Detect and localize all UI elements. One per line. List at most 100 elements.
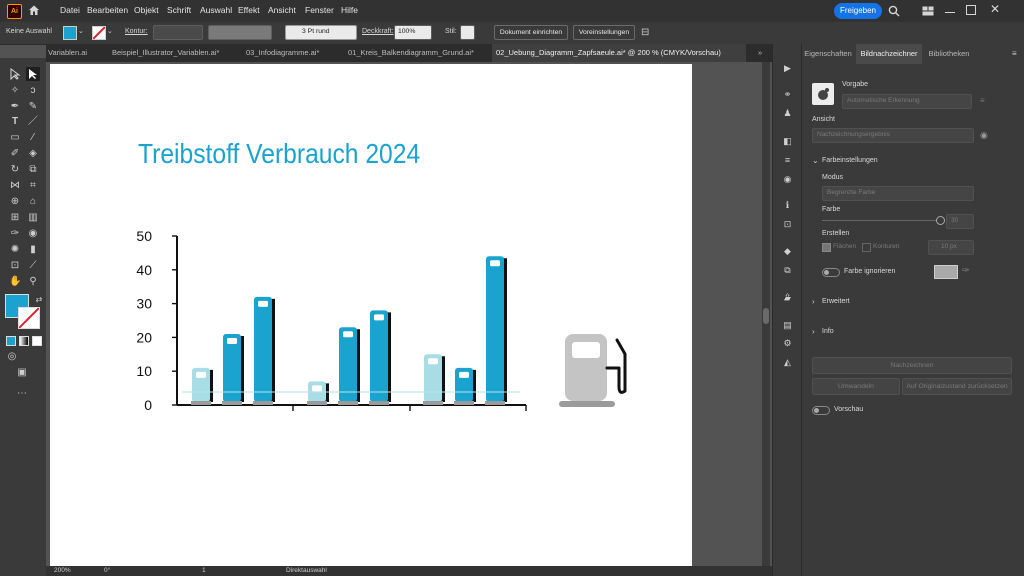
artboard-icon[interactable]: ⊡	[9, 260, 21, 272]
comments-icon[interactable]: ▰	[782, 293, 793, 303]
deckkraft-label[interactable]: Deckkraft:	[362, 28, 394, 35]
fill-swatch[interactable]	[63, 26, 77, 40]
bar-base[interactable]	[222, 401, 242, 405]
bar-window[interactable]	[428, 358, 438, 365]
slice-icon[interactable]: ⟋	[27, 260, 39, 272]
modus-select[interactable]: Begrenzte Farbe	[822, 186, 974, 201]
app-logo[interactable]: Ai	[7, 4, 22, 19]
gradient-icon[interactable]: ▥	[27, 212, 39, 224]
chevron-right-icon[interactable]: ›	[812, 297, 815, 306]
zoom-icon[interactable]: ⚲	[27, 276, 39, 288]
preferences-button[interactable]: Voreinstellungen	[573, 25, 635, 40]
type-icon[interactable]: T	[9, 116, 21, 128]
links-icon[interactable]: ⚭	[782, 89, 793, 99]
menu-auswahl[interactable]: Auswahl	[200, 5, 232, 15]
symbol-sprayer-icon[interactable]: ✺	[9, 244, 21, 256]
hand-icon[interactable]: ✋	[9, 276, 21, 288]
menu-effekt[interactable]: Effekt	[238, 5, 260, 15]
search-icon[interactable]	[888, 5, 900, 17]
curvature-icon[interactable]: ✎	[27, 101, 39, 113]
stroke-color-icon[interactable]	[18, 307, 40, 329]
fuel-chart[interactable]: 0 10 20 30 40 50	[50, 64, 692, 566]
layers-icon[interactable]: ◆	[782, 246, 793, 256]
farbe-value-field[interactable]: 30	[946, 214, 974, 229]
align-icon[interactable]: ⊟	[641, 27, 655, 39]
more-tools-icon[interactable]: ⋯	[16, 388, 28, 400]
restore-icon[interactable]	[966, 5, 976, 15]
share-button[interactable]: Freigeben	[834, 3, 882, 19]
stroke-swatch[interactable]	[92, 26, 106, 40]
bar-base[interactable]	[253, 401, 273, 405]
erweitert-heading[interactable]: Erweitert	[822, 298, 850, 305]
y-tick-label[interactable]: 10	[136, 363, 152, 379]
close-icon[interactable]: ✕	[990, 3, 1002, 15]
info-heading[interactable]: Info	[822, 328, 834, 335]
y-tick-label[interactable]: 0	[144, 397, 152, 413]
menu-bearbeiten[interactable]: Bearbeiten	[87, 5, 128, 15]
stroke-panel-icon[interactable]: ≡	[782, 155, 793, 165]
eyedropper-icon[interactable]: ✑	[962, 265, 970, 276]
eraser-icon[interactable]: ◈	[27, 148, 39, 160]
y-tick-label[interactable]: 30	[136, 296, 152, 312]
farbe-ignorieren-toggle[interactable]	[822, 268, 840, 277]
tab-bildnachzeichner[interactable]: Bildnachzeichner	[856, 44, 922, 64]
konturen-checkbox[interactable]	[862, 243, 871, 252]
tab-eigenschaften[interactable]: Eigenschaften	[802, 44, 854, 64]
home-icon[interactable]	[28, 4, 40, 16]
puppet-icon[interactable]: ♟	[782, 108, 793, 118]
bar-window[interactable]	[227, 338, 237, 345]
navigator-icon[interactable]: ⊡	[782, 219, 793, 229]
bar-base[interactable]	[338, 401, 358, 405]
tab-diagramm-zapfsaeule[interactable]: 02_Uebung_Diagramm_Zapfsaeule.ai* @ 200 …	[492, 44, 746, 62]
direct-selection-tool-icon[interactable]	[26, 67, 40, 81]
tab-variablen[interactable]: Variablen.ai	[46, 44, 108, 62]
rotation-value[interactable]: 0°	[104, 567, 110, 574]
appearance-icon[interactable]: ◉	[782, 174, 793, 184]
scrollbar-thumb[interactable]	[763, 308, 769, 324]
properties-icon[interactable]: ▤	[782, 320, 793, 330]
gradient-mode-icon[interactable]	[19, 336, 29, 346]
brush-definition-field[interactable]: 3 Pt rund	[285, 25, 357, 40]
menu-ansicht[interactable]: Ansicht	[268, 5, 296, 15]
menu-datei[interactable]: Datei	[60, 5, 80, 15]
bar-window[interactable]	[459, 371, 469, 378]
bar[interactable]	[370, 310, 388, 402]
workspace-icon[interactable]	[922, 6, 934, 16]
preset-menu-icon[interactable]: ≡	[980, 96, 985, 105]
style-swatch[interactable]	[460, 25, 475, 40]
pump-hose[interactable]	[605, 338, 627, 394]
none-mode-icon[interactable]	[32, 336, 42, 346]
selection-tool-icon[interactable]	[9, 68, 21, 81]
bar-base[interactable]	[485, 401, 505, 405]
tab-kreis-balkendiagramm[interactable]: 01_Kreis_Balkendiagramm_Grund.ai*	[346, 44, 486, 62]
chevron-down-icon[interactable]: ⌄	[812, 156, 819, 165]
tab-infodiagramme[interactable]: 03_Infodiagramme.ai*	[244, 44, 336, 62]
y-tick-label[interactable]: 40	[136, 262, 152, 278]
lasso-icon[interactable]: ↄ	[27, 85, 39, 97]
eyedropper-icon[interactable]: ✑	[9, 228, 21, 240]
menu-schrift[interactable]: Schrift	[167, 5, 191, 15]
eye-icon[interactable]: ◉	[980, 130, 988, 141]
bar-window[interactable]	[374, 314, 384, 321]
menu-objekt[interactable]: Objekt	[134, 5, 159, 15]
stroke-weight-field[interactable]	[153, 25, 203, 40]
zoom-level[interactable]: 200%	[54, 567, 71, 574]
vorgabe-select[interactable]: Automatische Erkennung	[842, 94, 972, 109]
rotate-icon[interactable]: ↻	[9, 164, 21, 176]
reset-button[interactable]: Auf Originalzustand zurücksetzen	[902, 378, 1012, 395]
opacity-field[interactable]: 100%	[394, 25, 432, 40]
minimize-icon[interactable]	[945, 6, 955, 13]
variable-width-field[interactable]	[208, 25, 272, 40]
swap-colors-icon[interactable]: ⇄	[33, 294, 45, 306]
document-setup-button[interactable]: Dokument einrichten	[494, 25, 568, 40]
vorschau-toggle[interactable]	[812, 406, 830, 415]
menu-fenster[interactable]: Fenster	[305, 5, 334, 15]
shape-builder-icon[interactable]: ⊕	[9, 196, 21, 208]
bar-window[interactable]	[312, 385, 322, 392]
screen-mode-icon[interactable]: ▣	[16, 367, 28, 379]
chevron-down-icon[interactable]: ⌄	[107, 27, 115, 37]
chevron-right-icon[interactable]: ›	[812, 327, 815, 336]
info-icon[interactable]: ℹ	[782, 200, 793, 210]
bar-base[interactable]	[369, 401, 389, 405]
mesh-icon[interactable]: ⊞	[9, 212, 21, 224]
